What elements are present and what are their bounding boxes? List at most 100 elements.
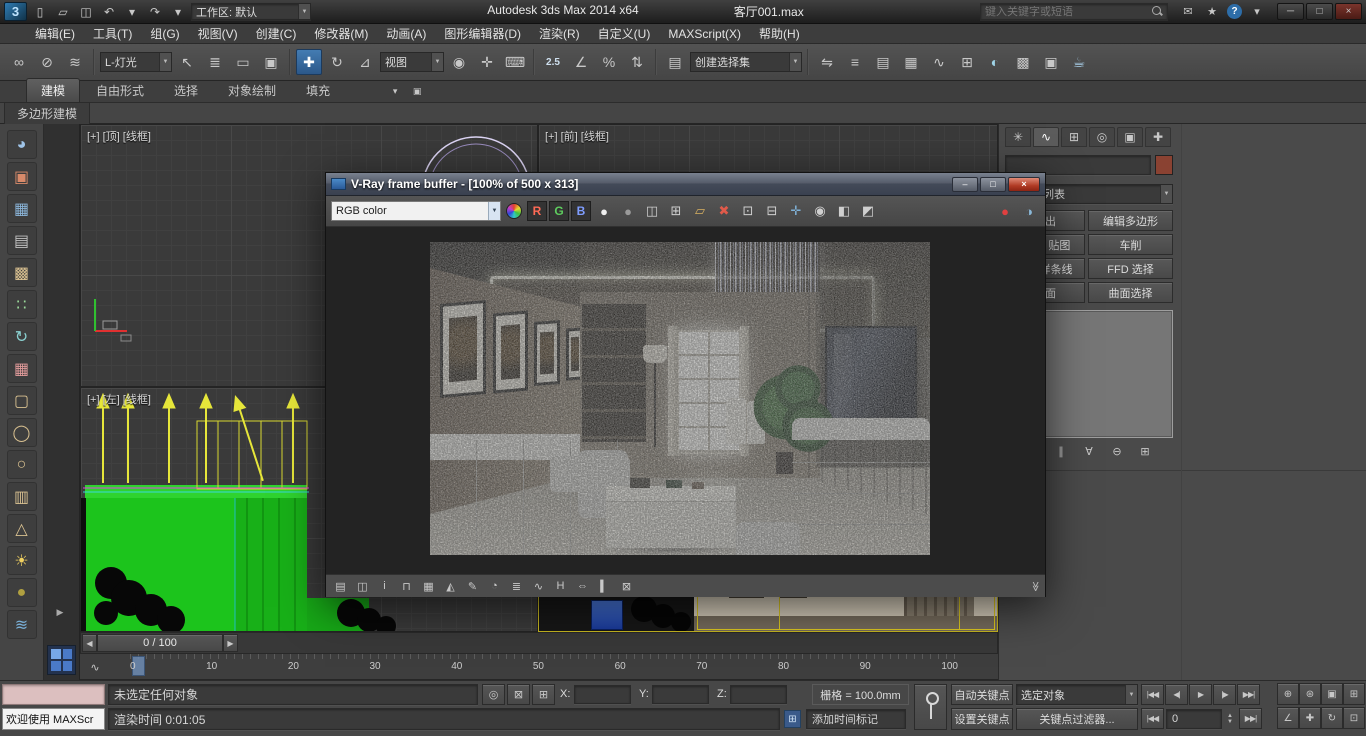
play-button[interactable]: ▶ <box>1189 684 1212 705</box>
minimize-ribbon-icon[interactable]: ▾ <box>386 84 404 100</box>
expand-icon[interactable]: ▾ <box>1248 3 1266 21</box>
menu-item[interactable]: 渲染(R) <box>530 25 589 42</box>
vfb-close-button[interactable]: × <box>1008 177 1040 192</box>
ribbon-tab[interactable]: 选择 <box>160 79 212 102</box>
modifier-set-button[interactable]: 曲面选择 <box>1088 282 1173 303</box>
vfb-title-bar[interactable]: V-Ray frame buffer - [100% of 500 x 313]… <box>326 173 1045 196</box>
close-button[interactable]: × <box>1335 3 1362 20</box>
notification-icon[interactable]: ⊞ <box>784 710 801 728</box>
ribbon-tab[interactable]: 对象绘制 <box>214 79 290 102</box>
isolate-toggle-icon[interactable]: ◎ <box>482 684 505 705</box>
menu-item[interactable]: 编辑(E) <box>26 25 84 42</box>
select-by-name-icon[interactable]: ≣ <box>202 49 228 75</box>
chevron-down-icon[interactable] <box>1125 685 1137 704</box>
green-channel-button[interactable]: G <box>549 201 569 221</box>
chevron-down-icon[interactable] <box>789 53 801 71</box>
use-pivot-center-icon[interactable]: ◉ <box>446 49 472 75</box>
utilities-tab-icon[interactable]: ✚ <box>1145 127 1171 147</box>
viewport-layout-icon[interactable] <box>47 645 76 675</box>
search-box[interactable] <box>980 3 1168 20</box>
track-region-icon[interactable]: ◉ <box>809 200 831 222</box>
show-end-result-icon[interactable]: ∥ <box>1051 442 1071 460</box>
go-to-end-button[interactable]: ▶▶| <box>1237 684 1260 705</box>
display-tab-icon[interactable]: ▣ <box>1117 127 1143 147</box>
menu-item[interactable]: 帮助(H) <box>750 25 809 42</box>
edit-named-selection-icon[interactable]: ▤ <box>662 49 688 75</box>
clear-image-icon[interactable]: ✖ <box>713 200 735 222</box>
vray-frame-buffer-window[interactable]: V-Ray frame buffer - [100% of 500 x 313]… <box>325 172 1046 597</box>
maximize-button[interactable]: □ <box>1306 3 1333 20</box>
menu-item[interactable]: 修改器(M) <box>305 25 377 42</box>
vfb-stamp-icon[interactable]: ▍ <box>595 577 614 595</box>
hierarchy-tab-icon[interactable]: ⊞ <box>1061 127 1087 147</box>
modifier-set-button[interactable]: FFD 选择 <box>1088 258 1173 279</box>
layer-manager-icon[interactable]: ▤ <box>870 49 896 75</box>
maxscript-listener-field[interactable]: 欢迎使用 MAXScr <box>2 708 105 730</box>
rotate-tool-icon[interactable]: ↻ <box>7 322 37 351</box>
vfb-maximize-button[interactable]: □ <box>980 177 1006 192</box>
redo-list-icon[interactable]: ▾ <box>168 3 188 21</box>
render-production-icon[interactable]: ☕ <box>1066 49 1092 75</box>
box-primitive-icon[interactable]: ▢ <box>7 386 37 415</box>
search-icon[interactable] <box>1152 6 1163 17</box>
time-slider-handle[interactable]: 0 / 100 <box>97 634 223 652</box>
zoom-all-icon[interactable]: ⊛ <box>1299 683 1321 705</box>
open-file-icon[interactable]: ▱ <box>53 3 73 21</box>
vfb-render-history-icon[interactable]: ▤ <box>331 577 350 595</box>
cone-primitive-icon[interactable]: △ <box>7 514 37 543</box>
menu-item[interactable]: 视图(V) <box>189 25 247 42</box>
mini-curve-editor-icon[interactable]: ∿ <box>85 658 105 676</box>
duplicate-to-host-icon[interactable]: ⊡ <box>737 200 759 222</box>
ribbon-panel-title[interactable]: 多边形建模 <box>4 102 90 125</box>
chevron-down-icon[interactable] <box>159 53 171 71</box>
y-coordinate-field[interactable] <box>652 685 709 704</box>
vfb-color-correction-icon[interactable]: ◔ <box>485 577 504 595</box>
undo-icon[interactable]: ↶ <box>99 3 119 21</box>
vfb-channel-combo[interactable]: RGB color <box>331 201 501 221</box>
set-key-button[interactable] <box>914 684 947 730</box>
vfb-levels-icon[interactable]: ≣ <box>507 577 526 595</box>
zoom-extents-all-icon[interactable]: ⊞ <box>1343 683 1365 705</box>
z-coordinate-field[interactable] <box>730 685 787 704</box>
menu-item[interactable]: 动画(A) <box>377 25 435 42</box>
schematic-view-icon[interactable]: ⊞ <box>954 49 980 75</box>
compare-horizontal-icon[interactable]: ◧ <box>833 200 855 222</box>
ribbon-config-icon[interactable]: ▣ <box>408 84 426 100</box>
modify-tab-icon[interactable]: ∿ <box>1033 127 1059 147</box>
search-input[interactable] <box>985 6 1149 18</box>
redo-icon[interactable]: ↷ <box>145 3 165 21</box>
app-logo[interactable]: 3 <box>4 2 27 21</box>
viewport-label[interactable]: [+] [左] [线框] <box>87 391 151 407</box>
show-corrections-icon[interactable]: ◑ <box>1018 200 1040 222</box>
vfb-curves-icon[interactable]: ∿ <box>529 577 548 595</box>
window-crossing-icon[interactable]: ▣ <box>258 49 284 75</box>
orbit-icon[interactable]: ↻ <box>1321 707 1343 729</box>
select-and-move-icon[interactable]: ✚ <box>296 49 322 75</box>
grid-panel-icon[interactable]: ▤ <box>7 226 37 255</box>
named-selection-sets-combo[interactable]: 创建选择集 <box>690 52 802 72</box>
selection-lock-icon[interactable]: ⊠ <box>507 684 530 705</box>
chevron-down-icon[interactable] <box>488 202 500 220</box>
zoom-icon[interactable]: ⊕ <box>1277 683 1299 705</box>
reference-coordinate-combo[interactable]: 视图 <box>380 52 444 72</box>
absolute-offset-icon[interactable]: ⊞ <box>532 684 555 705</box>
menu-item[interactable]: 创建(C) <box>247 25 306 42</box>
material-editor-icon[interactable]: ◐ <box>982 49 1008 75</box>
vfb-white-balance-icon[interactable]: ✎ <box>463 577 482 595</box>
select-and-manipulate-icon[interactable]: ✛ <box>474 49 500 75</box>
vfb-pixel-aspect-icon[interactable]: ◭ <box>441 577 460 595</box>
keyboard-override-icon[interactable]: ⌨ <box>502 49 528 75</box>
graphite-toggle-icon[interactable]: ▦ <box>898 49 924 75</box>
load-image-icon[interactable]: ▱ <box>689 200 711 222</box>
next-frame-button[interactable]: |▶ <box>1213 684 1236 705</box>
vfb-image-info-icon[interactable]: i <box>375 577 394 595</box>
frame-spinner[interactable]: ▲▼ <box>1224 709 1236 729</box>
sphere-primitive-icon[interactable]: ● <box>7 578 37 607</box>
viewport-label[interactable]: [+] [顶] [线框] <box>87 128 151 144</box>
vfb-clamp-colors-icon[interactable]: ⊓ <box>397 577 416 595</box>
modifier-set-button[interactable]: 编辑多边形 <box>1088 210 1173 231</box>
rectangular-region-icon[interactable]: ▭ <box>230 49 256 75</box>
bind-to-space-warp-icon[interactable]: ≋ <box>62 49 88 75</box>
auto-key-button[interactable]: 自动关键点 <box>951 684 1013 705</box>
prev-frame-button[interactable]: ◀| <box>1165 684 1188 705</box>
